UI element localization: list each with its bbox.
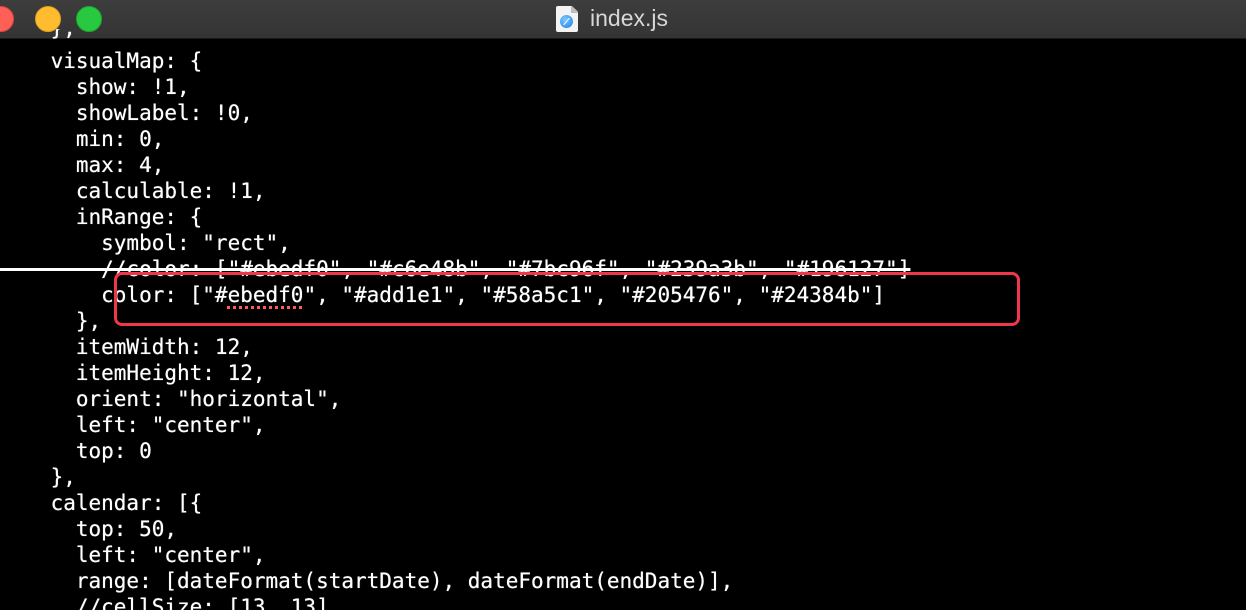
code-line[interactable]: },	[0, 29, 76, 41]
code-line[interactable]: range: [dateFormat(startDate), dateForma…	[0, 568, 733, 594]
spelling-error-word[interactable]: ebedf0	[228, 283, 304, 307]
code-line[interactable]: show: !1,	[0, 74, 190, 100]
code-line[interactable]: calendar: [{	[0, 490, 203, 516]
code-line[interactable]: orient: "horizontal",	[0, 386, 342, 412]
code-line[interactable]: left: "center",	[0, 412, 266, 438]
code-line[interactable]: calculable: !1,	[0, 178, 266, 204]
code-line[interactable]: max: 4,	[0, 152, 165, 178]
code-line[interactable]: symbol: "rect",	[0, 230, 291, 256]
code-line[interactable]: itemWidth: 12,	[0, 334, 253, 360]
code-line[interactable]: visualMap: {	[0, 48, 203, 74]
code-line[interactable]: itemHeight: 12,	[0, 360, 266, 386]
code-line[interactable]: },	[0, 464, 76, 490]
code-line[interactable]: left: "center",	[0, 542, 266, 568]
commented-code-line[interactable]: //color: ["#ebedf0", "#c6e48b", "#7bc96f…	[0, 256, 910, 282]
safari-compass-icon	[560, 15, 573, 28]
code-line[interactable]: },	[0, 308, 101, 334]
code-line[interactable]: top: 50,	[0, 516, 177, 542]
editor-window: index.js }, visualMap: { show: !1, showL…	[0, 0, 1246, 610]
highlighted-code-line[interactable]: color: ["#ebedf0", "#add1e1", "#58a5c1",…	[0, 282, 885, 308]
code-fragment: color: ["#	[0, 283, 228, 307]
code-line[interactable]: min: 0,	[0, 126, 165, 152]
code-line[interactable]: showLabel: !0,	[0, 100, 253, 126]
code-line[interactable]: inRange: {	[0, 204, 202, 230]
page-fold-icon	[571, 6, 578, 13]
code-line[interactable]: //cellSize: [13, 13]	[0, 594, 329, 610]
code-editor[interactable]: }, visualMap: { show: !1, showLabel: !0,…	[0, 29, 1246, 610]
code-fragment: ", "#add1e1", "#58a5c1", "#205476", "#24…	[303, 283, 886, 307]
window-title: index.js	[590, 5, 668, 31]
code-line[interactable]: top: 0	[0, 438, 152, 464]
